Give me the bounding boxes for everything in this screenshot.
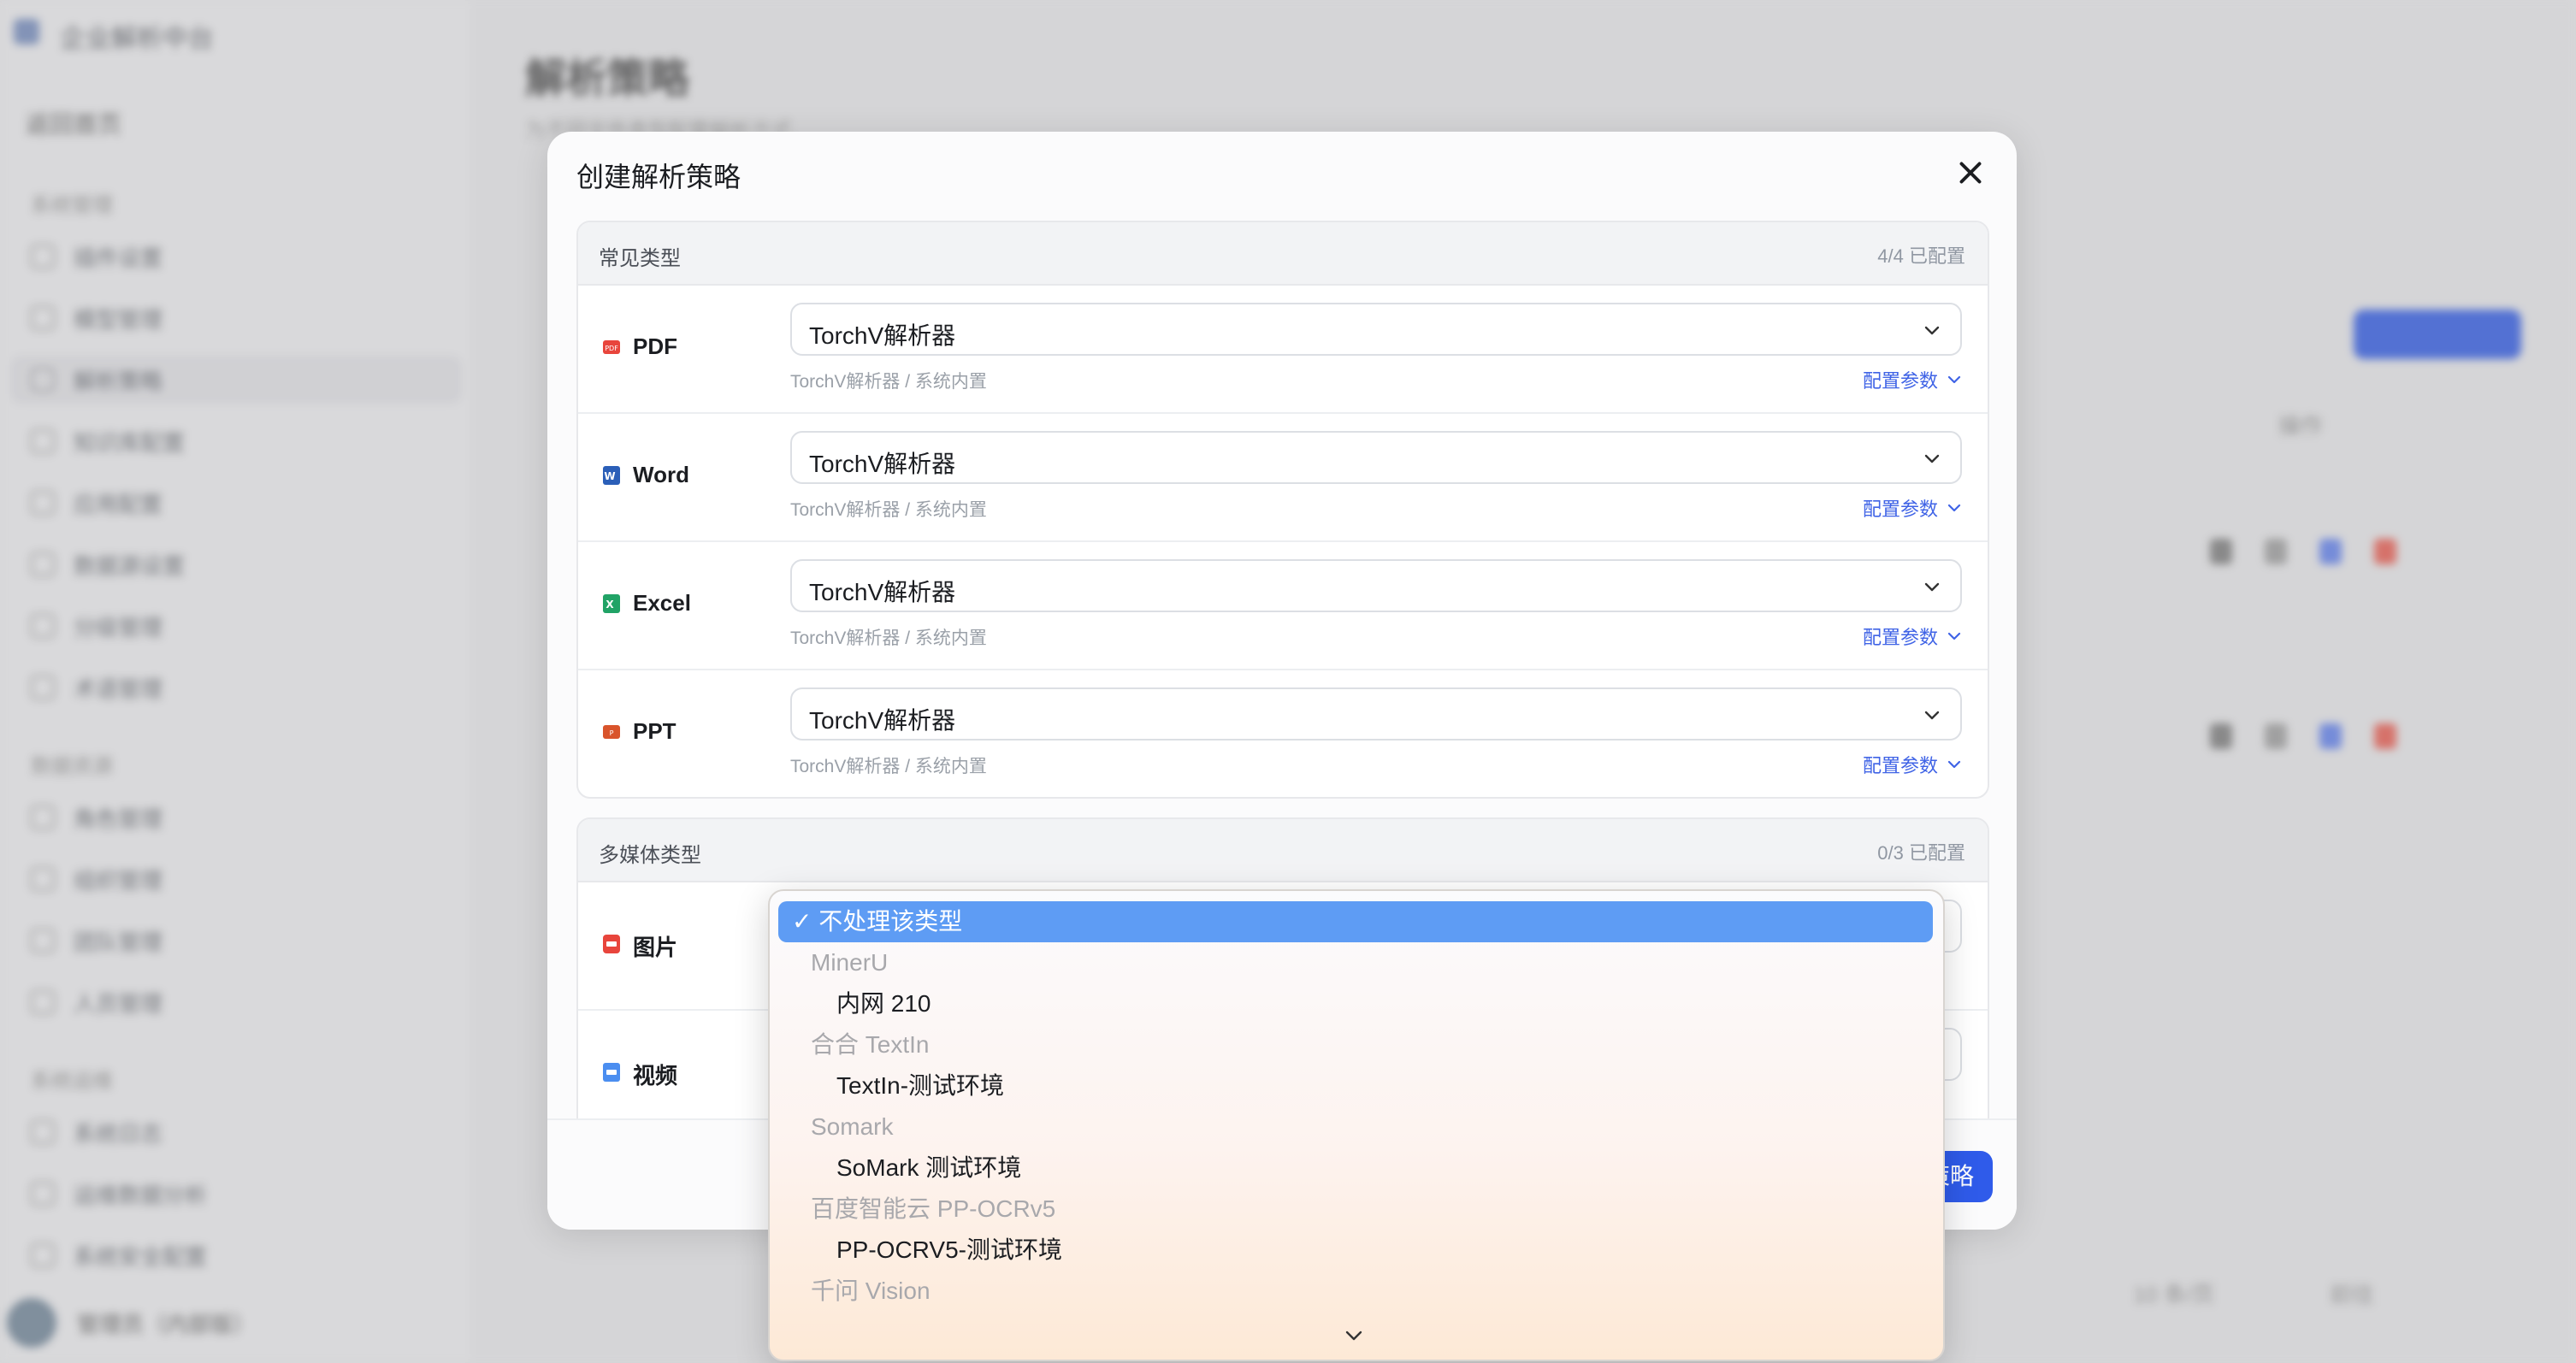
parser-hint: TorchV解析器 / 系统内置: [790, 372, 987, 392]
parser-select-value: TorchV解析器: [809, 451, 956, 477]
svg-text:W: W: [604, 470, 615, 482]
file-type-name: 图片: [633, 935, 678, 960]
dropdown-group-label: MinerU: [811, 949, 889, 976]
chevron-down-icon: [1947, 504, 1961, 512]
word-icon: W: [603, 466, 620, 485]
dropdown-option-selected[interactable]: ✓ 不处理该类型: [778, 901, 1933, 942]
file-type-name: Excel: [633, 590, 691, 616]
dropdown-option[interactable]: TextIn-测试环境: [778, 1065, 1933, 1106]
chevron-down-icon: [1924, 326, 1940, 335]
parser-dropdown-menu: ✓ 不处理该类型 MinerU 内网 210 合合 TextIn TextIn-…: [768, 889, 1945, 1361]
chevron-down-icon: [1947, 760, 1961, 769]
common-types-card: 常见类型 4/4 已配置 PDF PDF TorchV解析器 TorchV解析器…: [576, 221, 1989, 799]
pdf-icon: PDF: [603, 340, 620, 354]
svg-text:P: P: [610, 729, 614, 737]
card-header: 多媒体类型 0/3 已配置: [578, 819, 1988, 882]
dropdown-option[interactable]: 内网 210: [778, 983, 1933, 1024]
parser-select[interactable]: TorchV解析器: [790, 303, 1962, 356]
parser-hint: TorchV解析器 / 系统内置: [790, 500, 987, 520]
dropdown-group-label: 千问 Vision: [811, 1277, 931, 1304]
config-params-link[interactable]: 配置参数: [1863, 622, 1962, 650]
dropdown-option[interactable]: PP-OCRV5-测试环境: [778, 1230, 1933, 1271]
dropdown-group-label: Somark: [811, 1113, 894, 1140]
configured-count: 4/4 已配置: [1877, 245, 1965, 267]
dialog-title: 创建解析策略: [576, 162, 741, 192]
parser-select-value: TorchV解析器: [809, 579, 956, 605]
file-type-row-pdf: PDF PDF TorchV解析器 TorchV解析器 / 系统内置 配置参数: [578, 286, 1988, 414]
image-icon: [603, 935, 620, 953]
file-type-name: PDF: [633, 333, 677, 359]
file-type-row-word: W Word TorchV解析器 TorchV解析器 / 系统内置 配置参数: [578, 414, 1988, 542]
dropdown-group-label: 合合 TextIn: [811, 1031, 930, 1058]
file-type-row-excel: X Excel TorchV解析器 TorchV解析器 / 系统内置 配置参数: [578, 542, 1988, 670]
card-header: 常见类型 4/4 已配置: [578, 222, 1988, 286]
config-params-link[interactable]: 配置参数: [1863, 494, 1962, 522]
svg-text:PDF: PDF: [605, 345, 618, 352]
card-title: 常见类型: [599, 247, 681, 270]
file-type-name: PPT: [633, 718, 676, 744]
parser-select[interactable]: TorchV解析器: [790, 559, 1962, 612]
parser-hint: TorchV解析器 / 系统内置: [790, 628, 987, 648]
ppt-icon: P: [603, 725, 620, 739]
svg-text:X: X: [606, 599, 614, 611]
parser-select[interactable]: TorchV解析器: [790, 431, 1962, 484]
chevron-down-icon: [1924, 711, 1940, 720]
config-params-link[interactable]: 配置参数: [1863, 366, 1962, 393]
chevron-down-icon: [1947, 375, 1961, 384]
dropdown-option[interactable]: SoMark 测试环境: [778, 1148, 1933, 1189]
dropdown-group-label: 百度智能云 PP-OCRv5: [811, 1195, 1056, 1222]
chevron-down-icon: [1924, 454, 1940, 463]
video-icon: [603, 1063, 620, 1082]
parser-select-value: TorchV解析器: [809, 707, 956, 734]
chevron-down-icon: [1924, 582, 1940, 592]
parser-select-value: TorchV解析器: [809, 322, 956, 349]
excel-icon: X: [603, 594, 620, 613]
file-type-row-ppt: P PPT TorchV解析器 TorchV解析器 / 系统内置 配置参数: [578, 670, 1988, 797]
chevron-down-icon: [1947, 632, 1961, 640]
scroll-down-icon[interactable]: [1343, 1327, 1365, 1344]
configured-count: 0/3 已配置: [1877, 842, 1965, 864]
file-type-name: 视频: [633, 1063, 678, 1089]
config-params-link[interactable]: 配置参数: [1863, 751, 1962, 778]
file-type-name: Word: [633, 462, 689, 487]
parser-hint: TorchV解析器 / 系统内置: [790, 757, 987, 776]
close-icon[interactable]: [1955, 157, 1986, 188]
card-title: 多媒体类型: [599, 844, 701, 867]
parser-select[interactable]: TorchV解析器: [790, 687, 1962, 741]
